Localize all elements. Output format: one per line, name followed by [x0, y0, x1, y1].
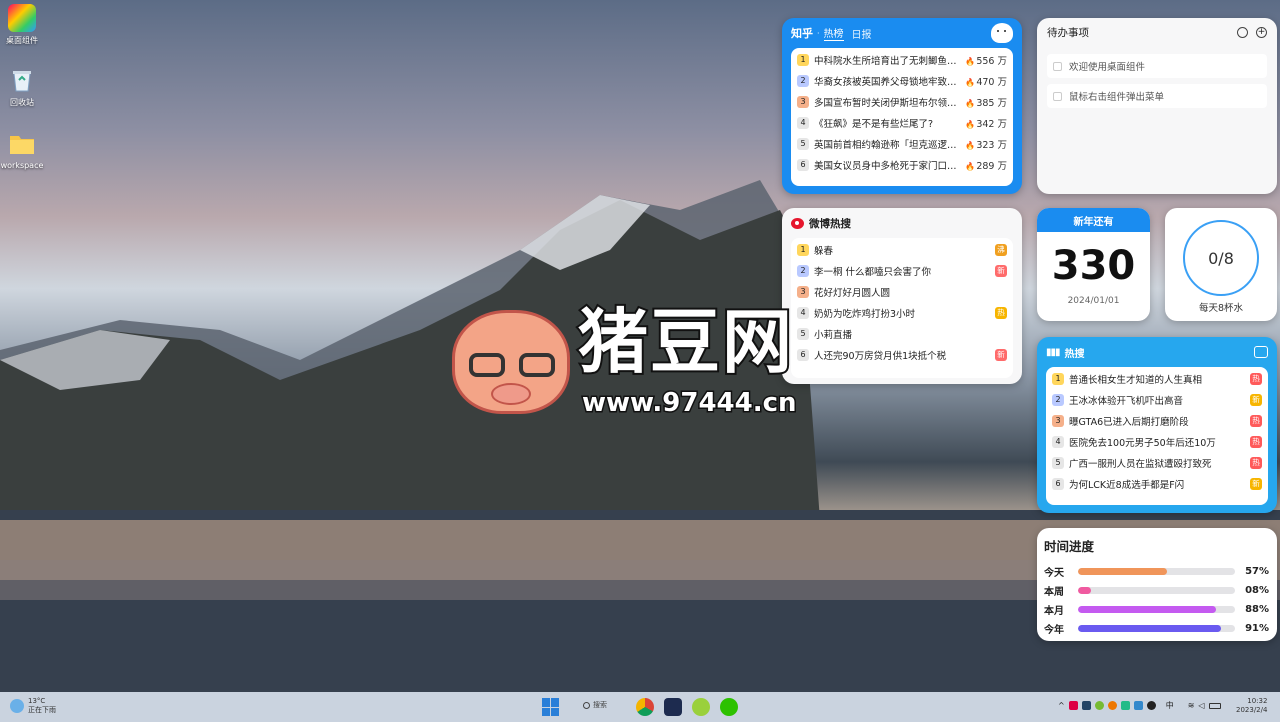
tab-daily[interactable]: 日报	[852, 26, 872, 41]
zhihu-hot-widget[interactable]: 知乎 · 热榜 日报 1中科院水生所培育出了无刺鲫鱼，80...556 万 2华…	[782, 18, 1022, 194]
history-icon[interactable]	[1237, 26, 1248, 38]
widget-app-icon	[8, 4, 36, 32]
progress-track	[1078, 625, 1235, 632]
desktop-icon-widgets[interactable]: 桌面组件	[0, 4, 44, 46]
weibo-icon	[791, 217, 804, 229]
countdown-date: 2024/01/01	[1067, 296, 1120, 306]
douyin-hot-list: 1 普通长相女生才知道的人生真相热 2 王冰冰体验开飞机吓出高音新 3 曝GTA6已进…	[1046, 367, 1268, 505]
calendar-icon[interactable]	[1254, 346, 1268, 358]
progress-track	[1078, 587, 1235, 594]
progress-track	[1078, 568, 1235, 575]
todo-widget[interactable]: 待办事项 + 欢迎使用桌面组件 鼠标右击组件弹出菜单	[1037, 18, 1277, 194]
list-item[interactable]: 2 李一桐 什么都嗑只会害了你新	[791, 260, 1013, 281]
ime-indicator[interactable]: 中	[1166, 700, 1174, 711]
water-reminder-widget[interactable]: 0/8 每天8杯水	[1165, 208, 1277, 321]
list-item[interactable]: 3 花好灯好月圆人圆	[791, 281, 1013, 302]
water-value: 0/8	[1208, 248, 1234, 268]
douyin-hot-widget[interactable]: ▮▮▮ 热搜 1 普通长相女生才知道的人生真相热 2 王冰冰体验开飞机吓出高音新 3…	[1037, 337, 1277, 513]
zhihu-hot-list: 1中科院水生所培育出了无刺鲫鱼，80...556 万 2华裔女孩被英国养父母锁地…	[791, 48, 1013, 186]
progress-fill	[1078, 625, 1221, 632]
tray-app-icon[interactable]	[1133, 701, 1143, 710]
countdown-header: 新年还有	[1037, 208, 1150, 232]
bear-mascot-icon	[991, 23, 1013, 43]
battery-icon[interactable]	[1208, 702, 1221, 709]
qq-icon[interactable]	[1146, 701, 1156, 710]
zhihu-brand: 知乎	[791, 27, 813, 40]
douyin-logo-icon: ▮▮▮	[1046, 346, 1060, 358]
folder-icon	[8, 130, 36, 158]
weibo-title: 微博热搜	[809, 217, 851, 230]
water-progress-ring: 0/8	[1183, 220, 1259, 296]
list-item[interactable]: 2华裔女孩被英国养父母锁地牢致役十...470 万	[791, 70, 1013, 91]
todo-checkbox[interactable]	[1053, 61, 1062, 71]
new-year-countdown-widget[interactable]: 新年还有 330 2024/01/01	[1037, 208, 1150, 321]
list-item[interactable]: 6 为何LCK近8成选手都是F闪新	[1046, 473, 1268, 494]
desktop-icon-workspace[interactable]: workspace	[0, 130, 44, 170]
list-item[interactable]: 1 躲春沸	[791, 239, 1013, 260]
list-item[interactable]: 4《狂飙》是不是有些烂尾了?342 万	[791, 112, 1013, 133]
progress-row-week: 本周 08%	[1044, 585, 1269, 598]
tray-app-icon[interactable]	[1094, 701, 1104, 710]
search-icon	[583, 701, 590, 709]
watermark-url: www.97444.cn	[581, 387, 799, 420]
weather-temp: 13°C	[28, 697, 46, 705]
douyin-title: 热搜	[1064, 348, 1085, 360]
game-app-icon[interactable]	[692, 698, 710, 716]
start-button[interactable]	[542, 698, 560, 716]
recycle-bin-icon	[8, 66, 36, 94]
countdown-days: 330	[1051, 243, 1136, 289]
clock-date: 2023/2/4	[1236, 706, 1268, 714]
chevron-up-icon[interactable]: ^	[1058, 701, 1065, 710]
tab-hot[interactable]: 热榜	[823, 25, 844, 41]
progress-fill	[1078, 606, 1217, 613]
list-item[interactable]: 4 医院免去100元男子50年后还10万热	[1046, 431, 1268, 452]
todo-title: 待办事项	[1047, 26, 1089, 39]
progress-row-year: 今年 91%	[1044, 623, 1269, 636]
system-tray: ^ 中 ≋ ◁	[1058, 700, 1221, 711]
watermark: 猪豆网 www.97444.cn	[452, 300, 832, 425]
taskbar: 13°C 正在下雨 搜索 ^ 中 ≋ ◁ 10:32 2023/2/4	[0, 692, 1280, 722]
tray-app-icon[interactable]	[1068, 701, 1078, 710]
clock-time: 10:32	[1247, 697, 1268, 705]
progress-fill	[1078, 587, 1091, 594]
time-progress-widget[interactable]: 时间进度 今天 57% 本周 08% 本月 88% 今年 91%	[1037, 528, 1277, 641]
list-item[interactable]: 5英国前首相约翰逊称「坦克巡逻自己...323 万	[791, 133, 1013, 154]
todo-item[interactable]: 鼠标右击组件弹出菜单	[1047, 84, 1267, 108]
taskbar-search[interactable]: 搜索	[583, 700, 607, 710]
desktop-icon-label: 回收站	[10, 98, 34, 107]
list-item[interactable]: 2 王冰冰体验开飞机吓出高音新	[1046, 389, 1268, 410]
progress-fill	[1078, 568, 1168, 575]
list-item[interactable]: 5 广西一服刑人员在监狱遭殴打致死热	[1046, 452, 1268, 473]
tray-app-icon[interactable]	[1081, 701, 1091, 710]
tray-app-icon[interactable]	[1107, 701, 1117, 710]
ide-app-icon[interactable]	[664, 698, 682, 716]
weather-widget[interactable]: 13°C 正在下雨	[10, 697, 56, 715]
wechat-icon[interactable]	[720, 698, 738, 716]
progress-track	[1078, 606, 1235, 613]
todo-item[interactable]: 欢迎使用桌面组件	[1047, 54, 1267, 78]
watermark-title: 猪豆网	[576, 300, 794, 384]
progress-row-today: 今天 57%	[1044, 566, 1269, 579]
desktop-icon-label: 桌面组件	[6, 36, 38, 45]
desktop-icon-recycle-bin[interactable]: 回收站	[0, 66, 44, 108]
weather-rain-icon	[10, 699, 24, 713]
weather-desc: 正在下雨	[28, 706, 56, 714]
progress-row-month: 本月 88%	[1044, 604, 1269, 617]
add-icon[interactable]: +	[1256, 26, 1267, 38]
todo-checkbox[interactable]	[1053, 91, 1062, 101]
progress-title: 时间进度	[1044, 539, 1095, 554]
list-item[interactable]: 3 曝GTA6已进入后期打磨阶段热	[1046, 410, 1268, 431]
water-caption: 每天8杯水	[1198, 303, 1244, 314]
list-item[interactable]: 1 普通长相女生才知道的人生真相热	[1046, 368, 1268, 389]
pig-logo-icon	[452, 310, 570, 414]
wifi-icon[interactable]: ≋	[1188, 701, 1195, 710]
tray-app-icon[interactable]	[1120, 701, 1130, 710]
list-item[interactable]: 1中科院水生所培育出了无刺鲫鱼，80...556 万	[791, 49, 1013, 70]
chrome-icon[interactable]	[636, 698, 654, 716]
desktop-icon-label: workspace	[0, 161, 44, 170]
clock[interactable]: 10:32 2023/2/4	[1236, 697, 1267, 715]
volume-icon[interactable]: ◁	[1198, 701, 1204, 710]
list-item[interactable]: 3多国宣布暂时关闭伊斯坦布尔领事馆...385 万	[791, 91, 1013, 112]
list-item[interactable]: 6美国女议员身中多枪死于家门口，留...289 万	[791, 154, 1013, 175]
